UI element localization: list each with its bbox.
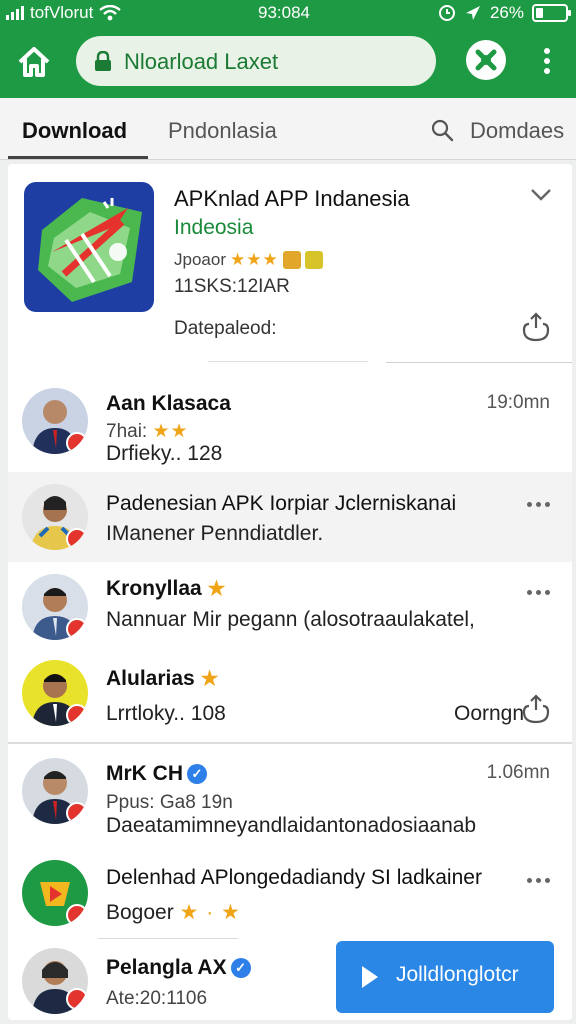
list-item[interactable]: Alularias ★ Lrrtloky.. 108 Oorngn xyxy=(8,650,572,742)
trophy-icon xyxy=(304,251,323,269)
more-horiz-icon[interactable] xyxy=(527,878,550,883)
verified-icon: ✓ xyxy=(230,958,251,978)
content-card: APKnlad APP Indanesia Indeosia Jpoaor ★★… xyxy=(8,164,572,1020)
app-size: 11SKS:12IAR xyxy=(174,276,290,297)
status-right: 26% xyxy=(438,3,571,23)
chevron-down-icon[interactable] xyxy=(530,188,552,202)
play-icon xyxy=(362,966,378,988)
row-description: Nannuar Mir pegann (alosotraaulakatel, xyxy=(106,608,475,631)
rating-label: Jpoaor xyxy=(174,250,226,269)
row-title: Delenhad APlongedadiandy SI ladkainer xyxy=(106,866,482,889)
row-title: MrK CH ✓ xyxy=(106,762,207,786)
list-item[interactable]: Delenhad APlongedadiandy SI ladkainer Bo… xyxy=(8,848,572,940)
row-time: 1.06mn xyxy=(486,762,550,783)
more-vert-icon[interactable] xyxy=(536,44,558,78)
row-meta: Ate:20:1106 xyxy=(106,988,208,1009)
avatar xyxy=(22,660,88,726)
row-title-text: MrK CH xyxy=(106,762,183,785)
row-downloads: Drfieky.. 128 xyxy=(106,442,223,465)
avatar xyxy=(22,574,88,640)
download-button[interactable]: Jolldlonglotcr xyxy=(336,941,554,1013)
share-icon[interactable] xyxy=(522,694,550,724)
row-stars: ★★ xyxy=(152,421,189,442)
lock-icon xyxy=(95,51,111,71)
list-item[interactable]: Aan Klasaca 7hai: ★★ Drfieky.. 128 19:0m… xyxy=(8,368,572,472)
row-description: IManener Penndiatdler. xyxy=(106,522,324,545)
battery-percent: 26% xyxy=(489,3,524,22)
row-title: Alularias ★ xyxy=(106,666,219,691)
tab-indonesia[interactable]: Pndonlasia xyxy=(168,118,277,144)
more-horiz-icon[interactable] xyxy=(527,502,550,507)
avatar xyxy=(22,860,88,926)
row-meta-label: Bogoer xyxy=(106,901,174,924)
signal-icon xyxy=(6,6,24,20)
row-extra: Oorngn xyxy=(454,702,525,725)
tab-domains[interactable]: Domdaes xyxy=(470,118,564,144)
row-title-text: Kronyllaa xyxy=(106,577,202,600)
tab-download[interactable]: Download xyxy=(22,118,127,144)
row-title: Kronyllaa ★ xyxy=(106,576,225,601)
tab-bar: Download Pndonlasia Domdaes xyxy=(0,98,576,160)
divider xyxy=(98,938,238,939)
app-publisher[interactable]: Indeosia xyxy=(174,216,253,240)
share-icon[interactable] xyxy=(522,312,550,342)
row-title: Aan Klasaca xyxy=(106,392,231,415)
list-item[interactable]: Kronyllaa ★ Nannuar Mir pegann (alosotra… xyxy=(8,562,572,650)
row-meta: Ppus: Ga8 19n xyxy=(106,792,233,813)
row-title-text: Alularias xyxy=(106,667,195,690)
search-icon[interactable] xyxy=(430,118,454,142)
alarm-icon xyxy=(438,5,455,21)
list-item[interactable]: MrK CH ✓ Ppus: Ga8 19n Daeatamimneyandlai… xyxy=(8,746,572,846)
download-button-label: Jolldlonglotcr xyxy=(396,963,519,986)
app-date-label: Datepaleod: xyxy=(174,318,277,339)
carrier-label: tofVlorut xyxy=(30,3,94,22)
star-icon: ★ xyxy=(200,668,219,690)
home-icon[interactable] xyxy=(16,44,52,80)
wifi-icon xyxy=(99,5,122,21)
location-icon xyxy=(465,6,480,20)
active-tab-indicator xyxy=(8,156,148,159)
battery-level xyxy=(536,8,543,18)
row-description: Daeatamimneyandlaidantonadosiaanab xyxy=(106,814,477,837)
star-icon: ★ xyxy=(207,578,226,600)
status-bar: tofVlorut 93:084 26% xyxy=(0,0,576,26)
app-icon[interactable] xyxy=(24,182,154,312)
list-item[interactable]: Padenesian APK Iorpiar Jclerniskanai IMa… xyxy=(8,472,572,562)
status-clock: 93:084 xyxy=(258,3,310,22)
verified-icon: ✓ xyxy=(187,764,207,784)
row-meta: 7hai: ★★ xyxy=(106,420,189,443)
row-title-text: Pelangla AX xyxy=(106,956,227,979)
row-title: Padenesian APK Iorpiar Jclerniskanai xyxy=(106,492,457,515)
status-left: tofVlorut xyxy=(6,3,122,23)
row-title: Pelangla AX ✓ xyxy=(106,956,251,980)
row-meta: Bogoer ★ · ★ xyxy=(106,900,241,925)
award-icon xyxy=(282,251,301,269)
divider xyxy=(386,362,572,363)
row-meta-label: 7hai: xyxy=(106,421,148,442)
row-stars: ★ · ★ xyxy=(179,901,241,924)
browser-header: tofVlorut 93:084 26% Nloarload Laxet xyxy=(0,0,576,98)
avatar xyxy=(22,388,88,454)
app-logo-graphic xyxy=(38,198,142,302)
address-bar[interactable]: Nloarload Laxet xyxy=(76,36,436,86)
row-downloads: Lrrtloky.. 108 xyxy=(106,702,226,725)
rating-stars: ★★★ xyxy=(229,250,279,269)
more-horiz-icon[interactable] xyxy=(527,590,550,595)
address-text[interactable]: Nloarload Laxet xyxy=(124,49,278,75)
avatar xyxy=(22,484,88,550)
tools-icon xyxy=(475,49,497,71)
app-detail: APKnlad APP Indanesia Indeosia Jpoaor ★★… xyxy=(8,164,572,364)
app-rating: Jpoaor ★★★ xyxy=(174,250,323,270)
row-time: 19:0mn xyxy=(486,392,550,413)
avatar xyxy=(22,948,88,1014)
tools-button[interactable] xyxy=(466,40,506,80)
battery-icon xyxy=(532,4,571,22)
divider xyxy=(8,742,572,744)
app-title: APKnlad APP Indanesia xyxy=(174,186,410,211)
avatar xyxy=(22,758,88,824)
divider xyxy=(208,361,368,362)
